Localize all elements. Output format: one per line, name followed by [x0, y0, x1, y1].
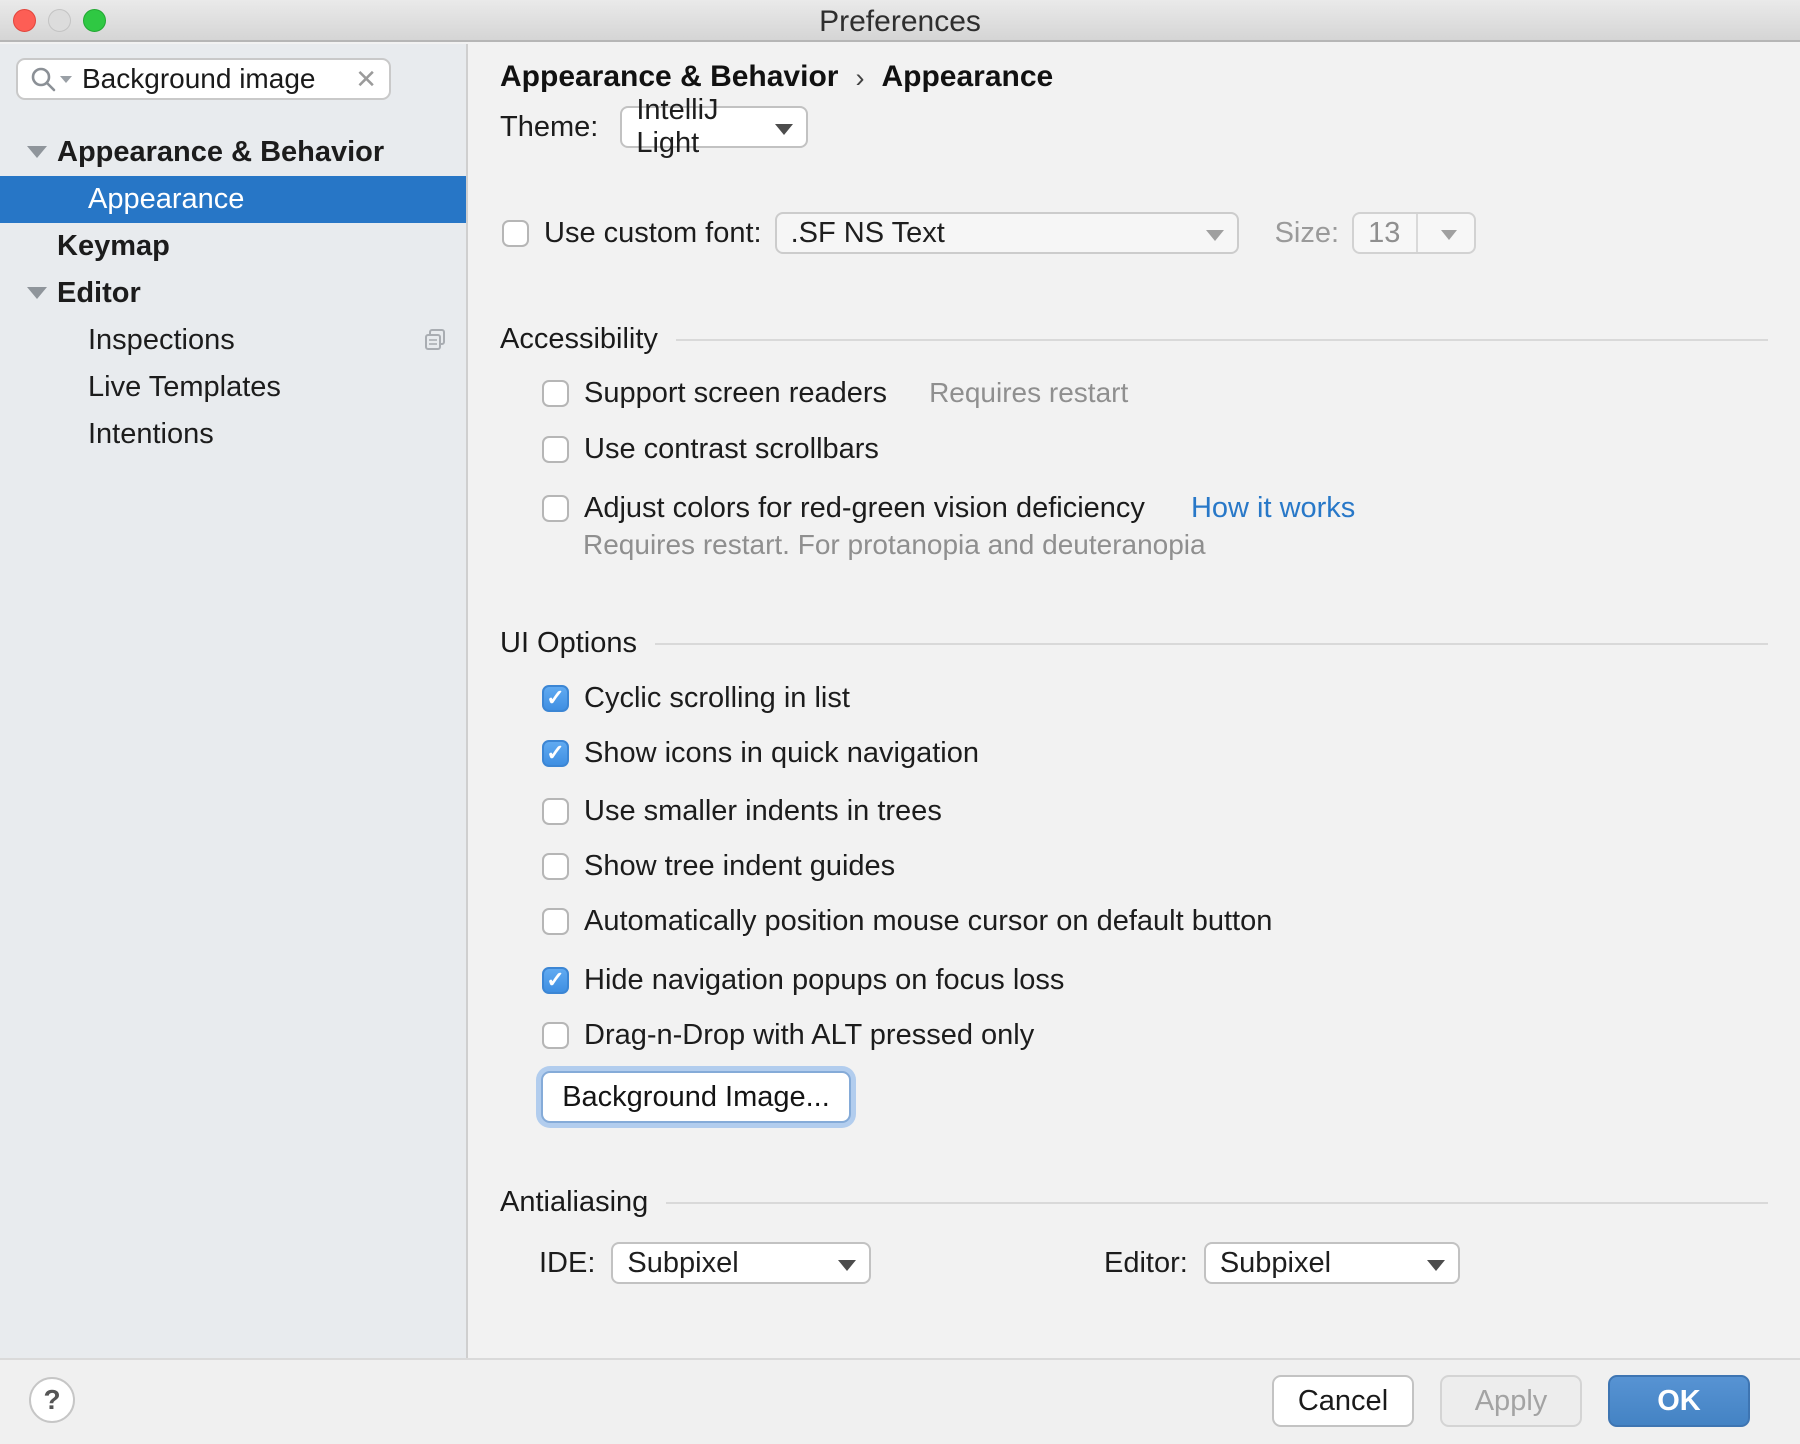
cancel-button[interactable]: Cancel	[1272, 1375, 1414, 1427]
font-size-label: Size:	[1275, 217, 1339, 250]
search-options-arrow-icon[interactable]	[60, 76, 72, 83]
contrast-scrollbars-row: Use contrast scrollbars	[542, 432, 879, 466]
drag-n-drop-alt-checkbox[interactable]	[542, 1022, 569, 1049]
adjust-colors-subnote: Requires restart. For protanopia and deu…	[583, 529, 1206, 561]
auto-position-cursor-row: Automatically position mouse cursor on d…	[542, 904, 1272, 938]
show-icons-quick-nav-checkbox[interactable]	[542, 740, 569, 767]
duplicate-settings-icon	[423, 328, 448, 353]
editor-antialiasing-label: Editor:	[1104, 1247, 1188, 1280]
settings-search-field[interactable]: ✕	[16, 58, 391, 100]
breadcrumb-current: Appearance	[881, 60, 1053, 94]
tree-item-appearance[interactable]: Appearance	[0, 176, 466, 223]
background-image-button[interactable]: Background Image...	[541, 1071, 851, 1123]
tree-item-editor[interactable]: Editor	[0, 270, 466, 317]
section-divider	[676, 339, 1768, 341]
use-contrast-scrollbars-checkbox[interactable]	[542, 436, 569, 463]
theme-label: Theme:	[500, 111, 598, 144]
clear-search-icon[interactable]: ✕	[355, 64, 377, 95]
collapse-arrow-icon[interactable]	[27, 287, 47, 299]
breadcrumb: Appearance & Behavior › Appearance	[500, 60, 1053, 94]
chevron-down-icon	[1441, 230, 1457, 240]
editor-antialiasing-select[interactable]: Subpixel	[1204, 1242, 1460, 1284]
theme-select[interactable]: IntelliJ Light	[620, 106, 808, 148]
auto-position-cursor-checkbox[interactable]	[542, 908, 569, 935]
smaller-indents-checkbox[interactable]	[542, 798, 569, 825]
theme-row: Theme: IntelliJ Light	[500, 106, 808, 148]
cyclic-scrolling-row: Cyclic scrolling in list	[542, 681, 850, 715]
requires-restart-note: Requires restart	[929, 377, 1128, 409]
support-screen-readers-checkbox[interactable]	[542, 380, 569, 407]
adjust-colors-checkbox[interactable]	[542, 495, 569, 522]
settings-sidebar: ✕ Appearance & Behavior Appearance Keyma…	[0, 44, 468, 1358]
show-icons-quick-nav-row: Show icons in quick navigation	[542, 736, 979, 770]
hide-nav-popups-row: Hide navigation popups on focus loss	[542, 963, 1064, 997]
support-screen-readers-row: Support screen readers Requires restart	[542, 376, 1128, 410]
chevron-down-icon	[775, 124, 793, 135]
search-input[interactable]	[82, 63, 349, 95]
ok-button[interactable]: OK	[1608, 1375, 1750, 1427]
breadcrumb-separator-icon: ›	[855, 61, 864, 94]
tree-indent-guides-checkbox[interactable]	[542, 853, 569, 880]
ide-antialiasing-row: IDE: Subpixel	[539, 1242, 871, 1284]
tree-item-inspections[interactable]: Inspections	[0, 317, 466, 364]
settings-tree: Appearance & Behavior Appearance Keymap …	[0, 129, 466, 458]
drag-n-drop-alt-row: Drag-n-Drop with ALT pressed only	[542, 1018, 1034, 1052]
ui-options-section-header: UI Options	[500, 627, 1768, 660]
chevron-down-icon	[1427, 1260, 1445, 1271]
chevron-down-icon	[1206, 230, 1224, 241]
font-size-combobox[interactable]: 13	[1352, 212, 1476, 254]
search-icon	[30, 66, 56, 92]
custom-font-row: Use custom font: .SF NS Text Size: 13	[502, 212, 1476, 254]
window-title: Preferences	[0, 5, 1800, 39]
use-custom-font-label: Use custom font:	[544, 217, 762, 250]
how-it-works-link[interactable]: How it works	[1191, 492, 1355, 525]
tree-item-intentions[interactable]: Intentions	[0, 411, 466, 458]
smaller-indents-row: Use smaller indents in trees	[542, 794, 942, 828]
section-divider	[666, 1202, 1768, 1204]
apply-button[interactable]: Apply	[1440, 1375, 1582, 1427]
tree-item-live-templates[interactable]: Live Templates	[0, 364, 466, 411]
collapse-arrow-icon[interactable]	[27, 146, 47, 158]
chevron-down-icon	[838, 1260, 856, 1271]
ide-antialiasing-select[interactable]: Subpixel	[611, 1242, 871, 1284]
accessibility-section-header: Accessibility	[500, 323, 1768, 356]
dialog-footer: ? Cancel Apply OK	[0, 1358, 1800, 1444]
adjust-colors-row: Adjust colors for red-green vision defic…	[542, 491, 1355, 525]
use-custom-font-checkbox[interactable]	[502, 220, 529, 247]
tree-item-keymap[interactable]: Keymap	[0, 223, 466, 270]
tree-indent-guides-row: Show tree indent guides	[542, 849, 895, 883]
help-button[interactable]: ?	[29, 1377, 75, 1423]
hide-nav-popups-checkbox[interactable]	[542, 967, 569, 994]
cyclic-scrolling-checkbox[interactable]	[542, 685, 569, 712]
antialiasing-section-header: Antialiasing	[500, 1186, 1768, 1219]
title-bar: Preferences	[0, 0, 1800, 42]
tree-item-appearance-behavior[interactable]: Appearance & Behavior	[0, 129, 466, 176]
preferences-window: Preferences ✕ Appearance & Behavior Appe…	[0, 0, 1800, 1444]
breadcrumb-parent[interactable]: Appearance & Behavior	[500, 60, 838, 94]
font-family-select[interactable]: .SF NS Text	[775, 212, 1239, 254]
section-divider	[655, 643, 1768, 645]
ide-antialiasing-label: IDE:	[539, 1247, 595, 1280]
editor-antialiasing-row: Editor: Subpixel	[1104, 1242, 1460, 1284]
